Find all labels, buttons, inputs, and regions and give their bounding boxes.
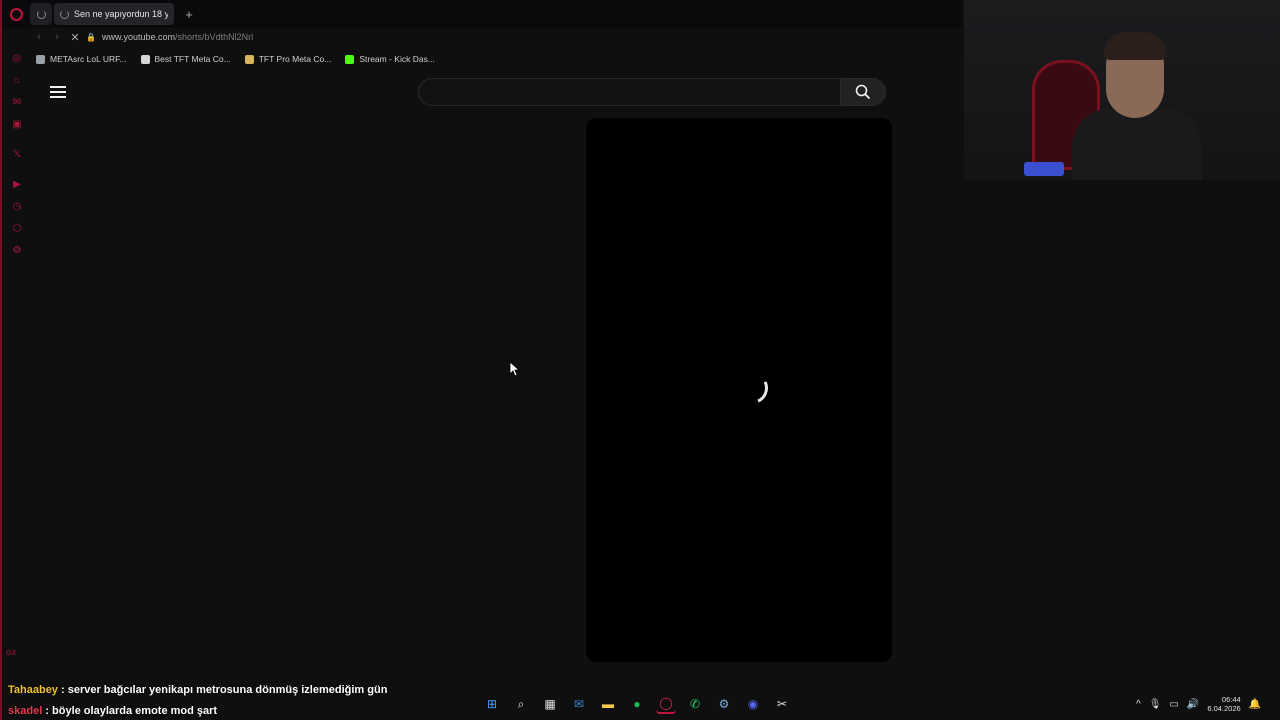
search-icon — [855, 84, 871, 100]
clock[interactable]: 06:44 6.04.2026 — [1207, 695, 1240, 713]
system-tray: ^ 🎙 ▭ 🔊 06:44 6.04.2026 🔔 — [1136, 694, 1261, 714]
chat-username: skadel — [8, 705, 43, 717]
bookmark-favicon-icon — [36, 54, 45, 64]
forward-button[interactable]: › — [48, 31, 66, 43]
stop-button[interactable]: ✕ — [66, 31, 84, 44]
spotify-icon[interactable]: ● — [627, 694, 647, 714]
tab-loading-icon — [60, 9, 69, 19]
tab-title: Sen ne yapıyordun 18 yaşı — [74, 9, 168, 19]
youtube-page — [32, 72, 962, 688]
address-bar: ‹ › ✕ 🔒 www.youtube.com/shorts/bVdthNl2N… — [30, 28, 962, 46]
url-path: /shorts/bVdthNl2Nrl — [175, 32, 254, 42]
stream-chat: Tahaabey : server bağcılar yenikapı metr… — [8, 680, 387, 720]
chat-username: Tahaabey — [8, 684, 58, 696]
url-host: www.youtube.com — [102, 32, 176, 42]
chat-message: Tahaabey : server bağcılar yenikapı metr… — [8, 680, 387, 701]
bookmark-label: METAsrc LoL URF... — [50, 54, 127, 64]
outlook-icon[interactable]: ✉ — [569, 694, 589, 714]
chat-text: : böyle olaylarda emote mod şart — [42, 705, 218, 717]
menu-icon[interactable] — [50, 86, 66, 98]
player-icon[interactable]: ▶ — [10, 178, 24, 192]
bookmarks-bar: METAsrc LoL URF... Best TFT Meta Co... TFT… — [30, 50, 962, 68]
bookmark-item[interactable]: METAsrc LoL URF... — [36, 54, 127, 64]
streamer-hair — [1104, 32, 1166, 60]
bookmark-favicon-icon — [345, 54, 355, 64]
new-tab-button[interactable]: + — [180, 5, 198, 23]
settings-icon[interactable]: ⚙ — [714, 694, 734, 714]
opera-gx-icon[interactable]: ◯ — [656, 694, 676, 714]
clock-time: 06:44 — [1221, 695, 1241, 704]
vk-icon[interactable]: ▣ — [10, 118, 24, 132]
tab-loading-icon — [36, 9, 46, 19]
gx-label: GX — [6, 650, 17, 657]
pinned-tab[interactable] — [30, 3, 52, 25]
bookmark-item[interactable]: TFT Pro Meta Co... — [244, 54, 332, 64]
tray-chevron-icon[interactable]: ^ — [1136, 699, 1141, 710]
bookmark-label: Best TFT Meta Co... — [154, 54, 231, 64]
bag-icon[interactable]: ⌂ — [10, 74, 24, 88]
opera-logo-icon — [9, 7, 23, 21]
bookmark-item[interactable]: Stream - Kick Das... — [345, 54, 435, 64]
clock-date: 6.04.2026 — [1207, 704, 1241, 713]
webcam-overlay — [964, 0, 1280, 180]
discord-icon[interactable]: ◉ — [743, 694, 763, 714]
bookmark-label: Stream - Kick Das... — [359, 54, 435, 64]
network-icon[interactable]: ▭ — [1169, 699, 1178, 710]
chat-text: : server bağcılar yenikapı metrosuna dön… — [57, 684, 388, 696]
aria-icon[interactable]: ◎ — [10, 52, 24, 66]
search-button[interactable] — [840, 78, 886, 106]
file-explorer-icon[interactable]: ▬ — [598, 694, 618, 714]
messenger-icon[interactable]: ✉ — [10, 96, 24, 110]
settings-icon[interactable]: ⚙ — [10, 244, 24, 258]
shorts-video-player[interactable] — [586, 118, 892, 662]
bookmark-label: TFT Pro Meta Co... — [258, 54, 332, 64]
start-icon[interactable]: ⊞ — [482, 694, 502, 714]
rgb-light — [1024, 162, 1064, 176]
search-icon[interactable]: ⌕ — [511, 694, 531, 714]
snipping-tool-icon[interactable]: ✂ — [772, 694, 792, 714]
opera-menu-button[interactable] — [2, 0, 30, 28]
store-icon[interactable]: ▦ — [540, 694, 560, 714]
extensions-icon[interactable]: ⬡ — [10, 222, 24, 236]
tab-strip: Sen ne yapıyordun 18 yaşı + — [2, 0, 962, 28]
chat-message: skadel : böyle olaylarda emote mod şart — [8, 701, 387, 720]
lock-icon[interactable]: 🔒 — [84, 33, 98, 42]
loading-spinner-icon — [731, 367, 773, 409]
whatsapp-icon[interactable]: ✆ — [685, 694, 705, 714]
search-input[interactable] — [418, 78, 840, 106]
taskbar: ⊞ ⌕ ▦ ✉ ▬ ● ◯ ✆ ⚙ ◉ ✂ — [482, 692, 792, 716]
screen: Sen ne yapıyordun 18 yaşı + ‹ › ✕ 🔒 www.… — [0, 0, 1280, 720]
opera-sidebar: ◎ ⌂ ✉ ▣ 𝕏 ▶ ◷ ⬡ ⚙ — [4, 48, 30, 688]
tab-active[interactable]: Sen ne yapıyordun 18 yaşı — [54, 3, 174, 25]
notification-icon[interactable]: 🔔 — [1249, 699, 1261, 710]
x-icon[interactable]: 𝕏 — [10, 148, 24, 162]
url-field[interactable]: www.youtube.com/shorts/bVdthNl2Nrl — [102, 32, 253, 42]
history-icon[interactable]: ◷ — [10, 200, 24, 214]
streamer-body — [1072, 108, 1202, 180]
bookmark-favicon-icon — [244, 54, 254, 64]
bookmark-favicon-icon — [140, 54, 150, 64]
bookmark-item[interactable]: Best TFT Meta Co... — [140, 54, 231, 64]
microphone-icon[interactable]: 🎙 — [1149, 699, 1162, 710]
volume-icon[interactable]: 🔊 — [1187, 699, 1199, 710]
back-button[interactable]: ‹ — [30, 31, 48, 43]
